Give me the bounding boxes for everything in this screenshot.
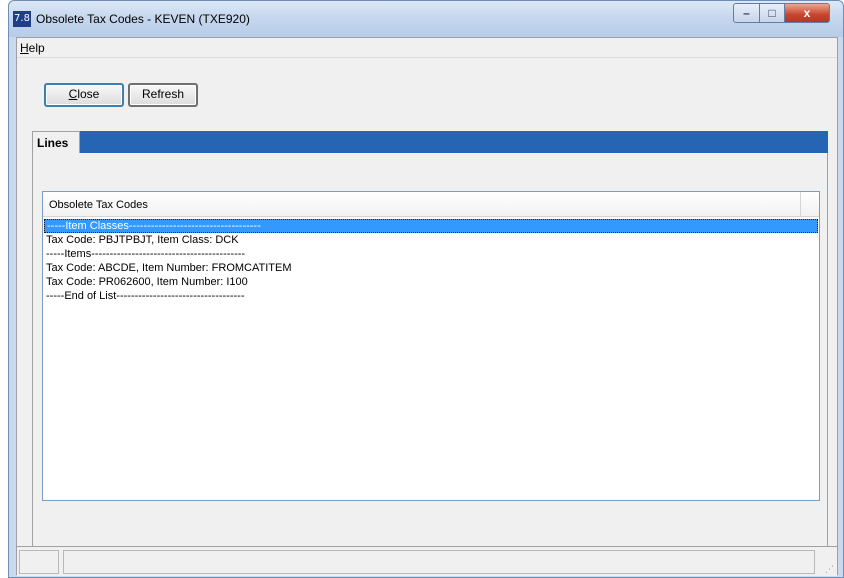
tab-strip — [32, 131, 828, 153]
list-header[interactable]: Obsolete Tax Codes — [43, 192, 819, 217]
application-window: 7.8 Obsolete Tax Codes - KEVEN (TXE920) … — [8, 0, 844, 578]
status-panel-main — [63, 550, 815, 574]
title-bar[interactable]: 7.8 Obsolete Tax Codes - KEVEN (TXE920) … — [9, 1, 843, 37]
list-header-label: Obsolete Tax Codes — [49, 199, 148, 211]
client-area: Help Close Refresh Lines Obsolete Tax Co… — [16, 37, 838, 576]
close-icon: x — [803, 6, 811, 20]
app-icon: 7.8 — [13, 11, 31, 27]
menu-bar: Help — [17, 38, 837, 58]
close-window-button[interactable]: x — [784, 3, 830, 23]
list-item[interactable]: -----End of List------------------------… — [44, 289, 818, 303]
status-bar: ⋰ — [17, 546, 837, 576]
maximize-icon: □ — [768, 6, 776, 20]
list-item[interactable]: Tax Code: ABCDE, Item Number: FROMCATITE… — [44, 261, 818, 275]
close-button[interactable]: Close — [44, 83, 124, 107]
list-item[interactable]: Tax Code: PR062600, Item Number: I100 — [44, 275, 818, 289]
list-item[interactable]: Tax Code: PBJTPBJT, Item Class: DCK — [44, 233, 818, 247]
list-item[interactable]: -----Items------------------------------… — [44, 247, 818, 261]
menu-help-label: elp — [28, 41, 45, 55]
status-panel-left — [19, 550, 59, 574]
list-item[interactable]: -----Item Classes-----------------------… — [44, 219, 818, 233]
minimize-button[interactable]: – — [733, 3, 760, 23]
list-rows: -----Item Classes-----------------------… — [44, 219, 818, 303]
resize-grip-icon[interactable]: ⋰ — [825, 564, 835, 574]
menu-help[interactable]: Help — [20, 41, 45, 55]
close-button-label: lose — [77, 87, 100, 101]
list-header-divider — [800, 192, 801, 217]
menu-help-mnemonic: H — [20, 41, 29, 55]
tab-panel-lines: Obsolete Tax Codes -----Item Classes----… — [32, 153, 828, 553]
refresh-button[interactable]: Refresh — [128, 83, 198, 107]
obsolete-tax-codes-list[interactable]: Obsolete Tax Codes -----Item Classes----… — [42, 191, 820, 501]
maximize-button[interactable]: □ — [759, 3, 785, 23]
minimize-icon: – — [743, 6, 750, 20]
window-title: Obsolete Tax Codes - KEVEN (TXE920) — [36, 12, 250, 26]
